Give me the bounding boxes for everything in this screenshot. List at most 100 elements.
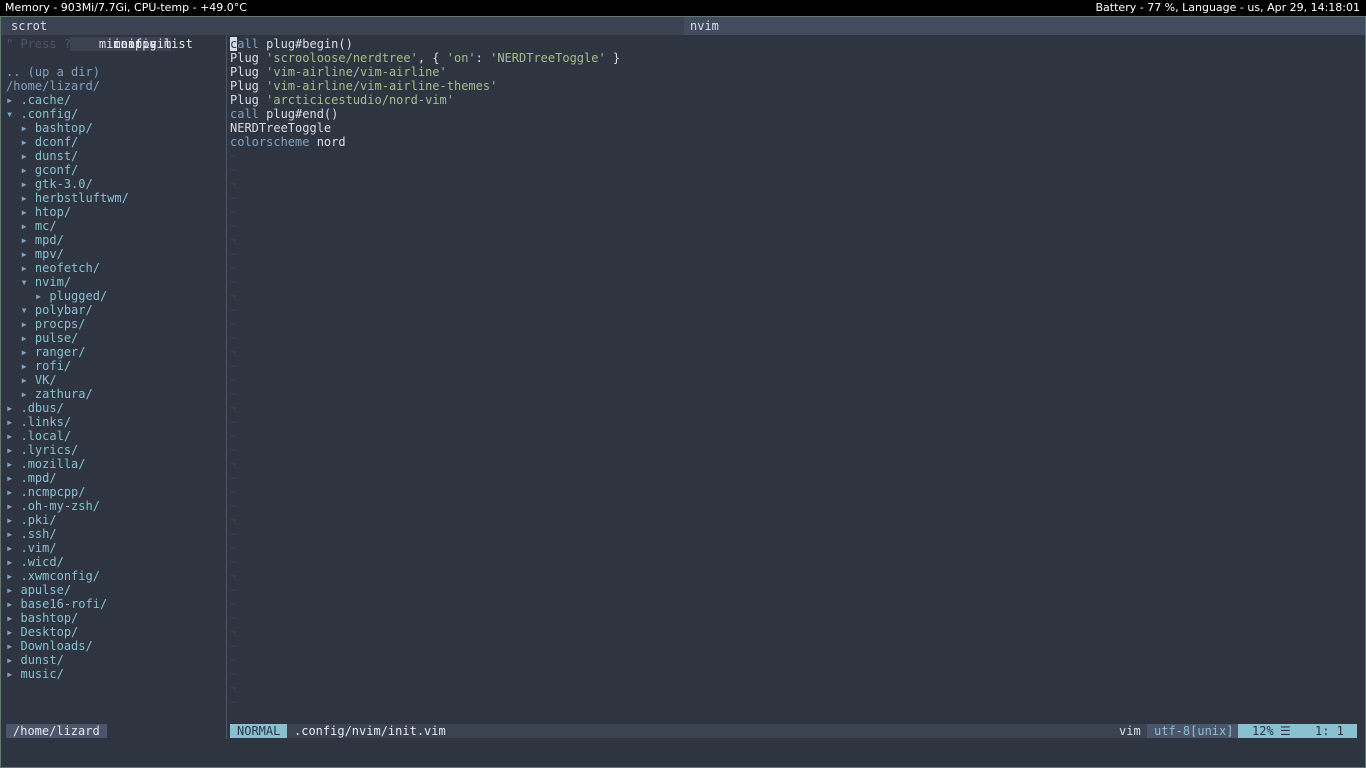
empty-line-marker: ~ [230,177,238,191]
tree-directory[interactable]: ▸ base16-rofi/ [6,597,223,611]
empty-line-marker: ~ [230,345,238,359]
tree-directory[interactable]: ▸ .dbus/ [6,401,223,415]
empty-line-marker: ~ [230,499,238,513]
tree-item-name: .cache/ [20,93,72,107]
tree-directory[interactable]: ▸ plugged/ [6,289,223,303]
tree-item-name: mimeapps.list [98,37,193,51]
tree-directory[interactable]: ▸ VK/ [6,373,223,387]
tree-directory[interactable]: ▸ .links/ [6,415,223,429]
tree-item-name: ranger/ [34,345,86,359]
empty-line-marker: ~ [230,247,238,261]
tree-item-name: .ssh/ [20,527,57,541]
tree-directory[interactable]: ▸ herbstluftwm/ [6,191,223,205]
tree-item-name: .links/ [20,415,72,429]
code-line[interactable]: Plug 'vim-airline/vim-airline' [230,65,1360,79]
nerdtree-blank-line [6,51,223,65]
encoding-indicator: utf-8[unix] [1147,724,1241,738]
tree-directory[interactable]: ▸ .pki/ [6,513,223,527]
system-stats-left: Memory - 903Mi/7.7Gi, CPU-temp - +49.0°C [5,1,247,14]
tree-directory[interactable]: ▸ mpv/ [6,247,223,261]
tree-directory[interactable]: ▸ Downloads/ [6,639,223,653]
tree-item-name: .lyrics/ [20,443,79,457]
code-token: all [237,37,259,51]
tree-file[interactable]: mimeapps.list [70,37,193,51]
tree-item-name: gtk-3.0/ [34,177,93,191]
tree-directory[interactable]: ▸ .vim/ [6,541,223,555]
tree-directory[interactable]: ▸ .local/ [6,429,223,443]
vertical-split-divider[interactable] [226,35,227,739]
empty-line-marker: ~ [230,163,238,177]
tree-directory[interactable]: ▸ .cache/ [6,93,223,107]
tree-directory[interactable]: ▸ .lyrics/ [6,443,223,457]
nerdtree-panel[interactable]: " Press ? for help .. (up a dir) /home/l… [6,37,223,725]
collapsed-arrow-icon: ▸ [20,219,28,233]
tree-directory[interactable]: ▸ .ncmpcpp/ [6,485,223,499]
tree-directory[interactable]: ▸ pulse/ [6,331,223,345]
tree-directory[interactable]: ▸ apulse/ [6,583,223,597]
tree-directory[interactable]: ▾ polybar/ [6,303,223,317]
code-token: NERDTreeToggle [230,121,332,135]
code-line[interactable]: Plug 'scrooloose/nerdtree', { 'on': 'NER… [230,51,1360,65]
empty-line-marker: ~ [230,303,238,317]
tree-directory[interactable]: ▸ dunst/ [6,149,223,163]
tree-directory[interactable]: ▸ gconf/ [6,163,223,177]
empty-line-marker: ~ [230,219,238,233]
tree-directory[interactable]: ▸ dunst/ [6,653,223,667]
tree-directory[interactable]: ▸ ranger/ [6,345,223,359]
code-token: call [230,107,259,121]
tree-item-name: .config/ [20,107,79,121]
tree-directory[interactable]: ▸ .mozilla/ [6,457,223,471]
tab-scrot[interactable]: scrot [5,17,53,35]
nerdtree-up-dir[interactable]: .. (up a dir) [6,65,223,79]
tree-directory[interactable]: ▸ dconf/ [6,135,223,149]
tree-directory[interactable]: ▸ Desktop/ [6,625,223,639]
code-token: 'vim-airline/vim-airline' [266,65,447,79]
tree-directory[interactable]: ▾ nvim/ [6,275,223,289]
tree-directory[interactable]: ▸ bashtop/ [6,611,223,625]
code-line[interactable]: Plug 'arcticicestudio/nord-vim' [230,93,1360,107]
empty-line-marker: ~ [230,401,238,415]
collapsed-arrow-icon: ▸ [20,331,28,345]
tree-item-name: .xwmconfig/ [20,569,100,583]
collapsed-arrow-icon: ▸ [20,233,28,247]
tree-directory[interactable]: ▸ bashtop/ [6,121,223,135]
code-token: Plug [230,51,267,65]
tree-directory[interactable]: ▸ .xwmconfig/ [6,569,223,583]
empty-line-marker: ~ [230,653,238,667]
tree-directory[interactable]: ▸ mpd/ [6,233,223,247]
tree-directory[interactable]: ▸ .ssh/ [6,527,223,541]
tree-directory[interactable]: ▸ music/ [6,667,223,681]
code-line[interactable]: call plug#end() [230,107,1360,121]
tree-directory[interactable]: ▸ htop/ [6,205,223,219]
code-token: colorscheme [230,135,310,149]
tree-directory[interactable]: ▸ procps/ [6,317,223,331]
tree-directory[interactable]: ▸ mc/ [6,219,223,233]
tree-directory[interactable]: ▾ .config/ [6,107,223,121]
tree-directory[interactable]: ▸ rofi/ [6,359,223,373]
code-token: Plug [230,65,267,79]
empty-line-marker: ~ [230,597,238,611]
tree-directory[interactable]: ▸ gtk-3.0/ [6,177,223,191]
tree-directory[interactable]: ▸ neofetch/ [6,261,223,275]
code-line[interactable]: call plug#begin() [230,37,1360,51]
tree-directory[interactable]: ▸ zathura/ [6,387,223,401]
window-tab-bar: scrot nvim [1,17,1365,35]
code-line[interactable]: NERDTreeToggle [230,121,1360,135]
empty-line-marker: ~ [230,485,238,499]
nerdtree-item-list: ▸ .cache/▾ .config/ ▸ bashtop/ ▸ dconf/ … [6,37,223,681]
tab-nvim[interactable]: nvim [684,17,1365,35]
tree-directory[interactable]: ▸ .oh-my-zsh/ [6,499,223,513]
nerdtree-root-path[interactable]: /home/lizard/ [6,79,223,93]
code-line[interactable]: Plug 'vim-airline/vim-airline-themes' [230,79,1360,93]
empty-line-marker: ~ [230,373,238,387]
empty-line-marker: ~ [230,443,238,457]
tree-directory[interactable]: ▸ .wicd/ [6,555,223,569]
code-line[interactable]: colorscheme nord [230,135,1360,149]
editor-buffer[interactable]: call plug#begin() Plug 'scrooloose/nerdtr… [230,37,1360,727]
collapsed-arrow-icon: ▸ [20,205,28,219]
tree-directory[interactable]: ▸ .mpd/ [6,471,223,485]
tree-item-name: plugged/ [49,289,108,303]
tree-item-name: polybar/ [34,303,93,317]
